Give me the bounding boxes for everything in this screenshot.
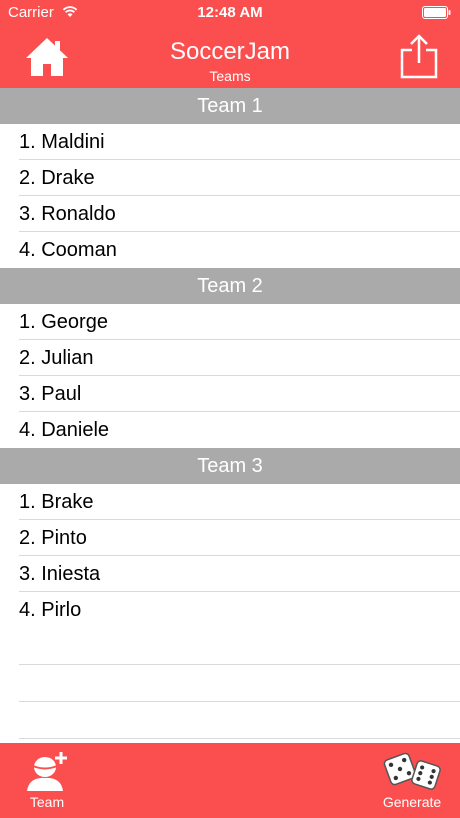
tab-team-label: Team (29, 794, 65, 810)
team-section: Team 2 1. George 2. Julian 3. Paul 4. Da… (0, 268, 460, 448)
team-section: Team 1 1. Maldini 2. Drake 3. Ronaldo 4.… (0, 88, 460, 268)
section-header: Team 3 (0, 448, 460, 484)
share-icon (400, 34, 438, 79)
player-row[interactable]: 4. Pirlo (0, 592, 460, 628)
empty-row (0, 665, 460, 702)
section-header: Team 2 (0, 268, 460, 304)
player-row[interactable]: 3. Ronaldo (0, 196, 460, 232)
add-player-icon (27, 752, 67, 791)
section-header: Team 1 (0, 88, 460, 124)
dice-icon (383, 752, 441, 790)
empty-row (0, 628, 460, 665)
player-row[interactable]: 1. Brake (0, 484, 460, 520)
team-list: Team 1 1. Maldini 2. Drake 3. Ronaldo 4.… (0, 88, 460, 739)
status-bar: Carrier 12:48 AM (0, 0, 460, 26)
tab-generate[interactable]: Generate (378, 743, 446, 818)
player-row[interactable]: 3. Paul (0, 376, 460, 412)
team-section: Team 3 1. Brake 2. Pinto 3. Iniesta 4. P… (0, 448, 460, 628)
player-row[interactable]: 4. Cooman (0, 232, 460, 268)
player-row[interactable]: 3. Iniesta (0, 556, 460, 592)
player-row[interactable]: 2. Drake (0, 160, 460, 196)
battery-icon (422, 6, 452, 23)
tab-team[interactable]: Team (14, 743, 80, 818)
tab-bar: Team Generate (0, 743, 460, 818)
player-row[interactable]: 1. George (0, 304, 460, 340)
player-row[interactable]: 2. Pinto (0, 520, 460, 556)
tab-generate-label: Generate (382, 794, 442, 810)
page-title: SoccerJam (169, 38, 291, 65)
player-row[interactable]: 1. Maldini (0, 124, 460, 160)
player-row[interactable]: 2. Julian (0, 340, 460, 376)
empty-row (0, 702, 460, 739)
page-subtitle: Teams (209, 68, 251, 84)
share-button[interactable] (398, 32, 440, 80)
status-time: 12:48 AM (197, 4, 263, 21)
player-row[interactable]: 4. Daniele (0, 412, 460, 448)
navigation-bar: SoccerJam Teams (0, 26, 460, 88)
